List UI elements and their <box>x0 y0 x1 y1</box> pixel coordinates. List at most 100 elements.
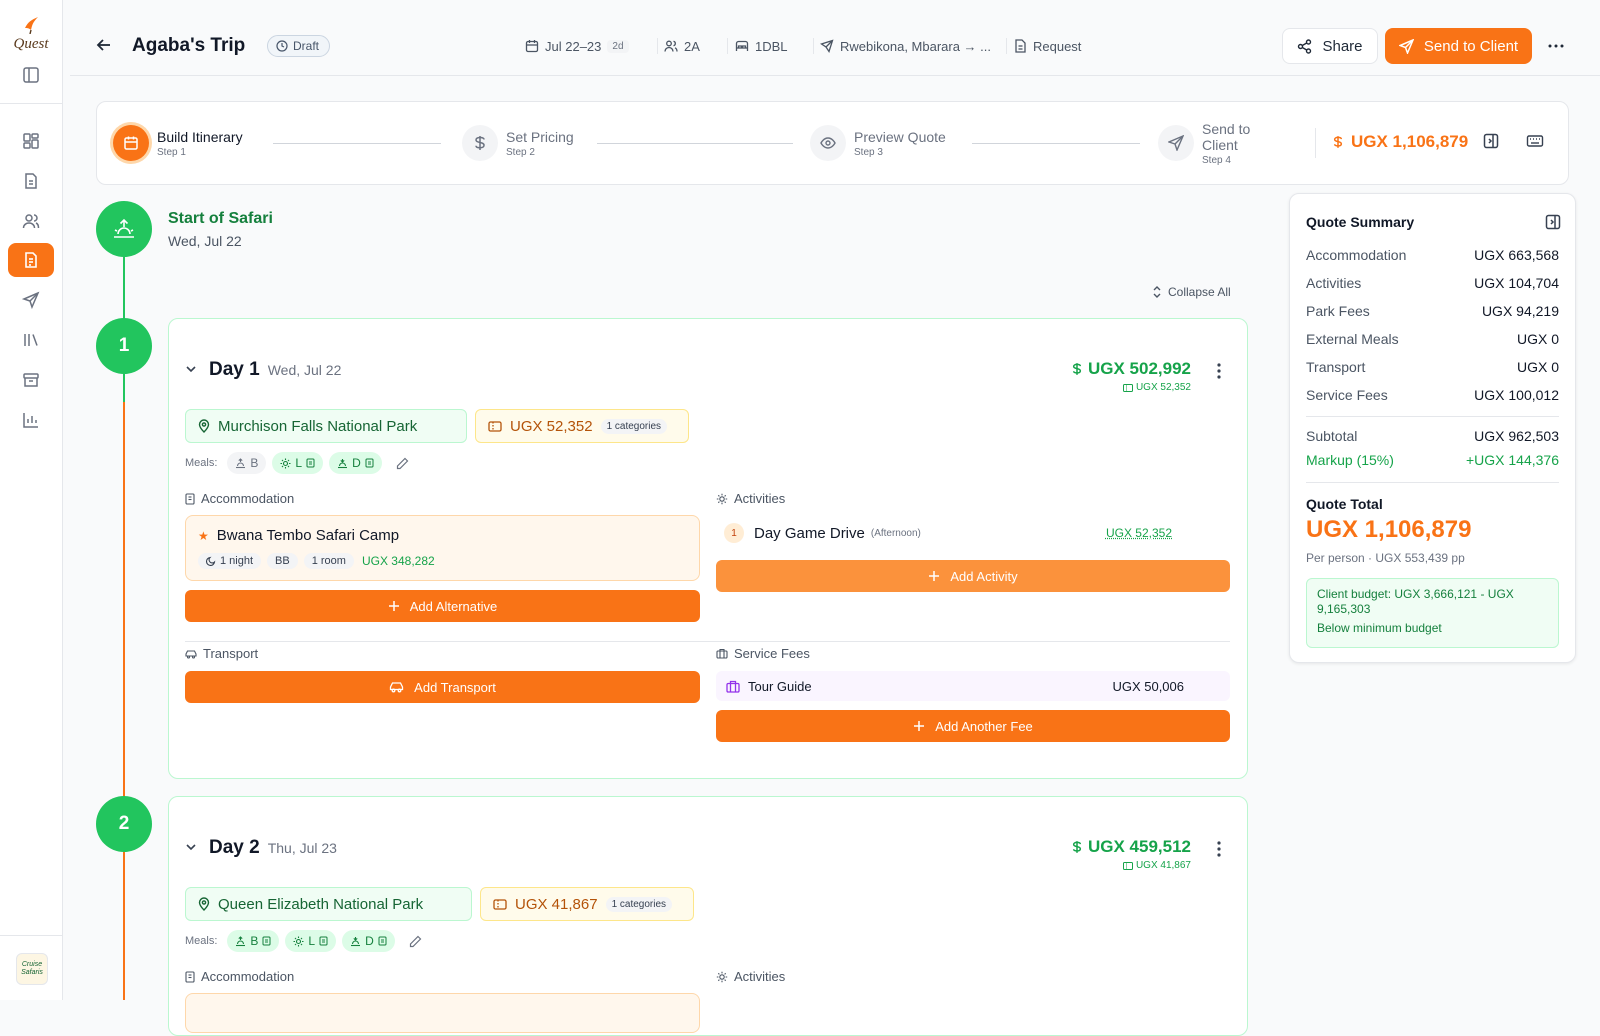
trip-rooms[interactable]: 1DBL <box>735 36 788 56</box>
sunset-icon <box>351 936 361 946</box>
park-location-chip[interactable]: Murchison Falls National Park <box>185 409 467 443</box>
step-set-pricing[interactable]: Set Pricing Step 2 <box>462 102 574 184</box>
activity-price[interactable]: UGX 52,352 <box>1106 526 1172 540</box>
add-transport-button[interactable]: Add Transport <box>185 671 700 703</box>
day-1-total: UGX 502,992 UGX 52,352 <box>1072 359 1191 393</box>
more-options-button[interactable] <box>1544 34 1568 58</box>
service-fee-price: UGX 50,006 <box>1112 678 1184 694</box>
trip-dates[interactable]: Jul 22–23 2d <box>525 36 629 56</box>
meal-dinner-chip[interactable]: D <box>329 452 382 474</box>
collapse-all-label: Collapse All <box>1168 285 1231 299</box>
meals-row: Meals: B L D <box>185 452 409 474</box>
meal-lunch-chip[interactable]: L <box>272 452 324 474</box>
nav-quotes[interactable] <box>8 243 54 277</box>
dashboard-icon <box>23 133 39 149</box>
meta-separator <box>813 38 814 54</box>
summary-row-park-fees: Park Fees UGX 94,219 <box>1306 303 1559 319</box>
accommodation-card[interactable] <box>185 993 700 1033</box>
meal-dinner-chip[interactable]: D <box>342 930 395 952</box>
day-total-value: UGX 459,512 <box>1087 837 1191 856</box>
categories-chip: 1 categories <box>605 896 673 912</box>
row-value: UGX 962,503 <box>1474 428 1559 444</box>
board-chip: BB <box>267 553 298 569</box>
add-transport-label: Add Transport <box>414 679 496 695</box>
nav-library[interactable] <box>8 323 54 357</box>
sidebar-toggle-icon[interactable] <box>22 66 40 84</box>
service-fees-label: Service Fees <box>734 646 810 661</box>
chevron-down-icon[interactable] <box>185 363 197 375</box>
quote-total-label: Quote Total <box>1306 496 1383 512</box>
step-send-to-client[interactable]: Send to Client Step 4 <box>1158 102 1262 184</box>
nav-requests[interactable] <box>8 164 54 198</box>
day-2-header[interactable]: Day 2 Thu, Jul 23 <box>185 837 337 859</box>
nav-sent[interactable] <box>8 283 54 317</box>
client-budget-text: Client budget: UGX 3,666,121 - UGX 9,165… <box>1317 587 1514 616</box>
step-build-itinerary[interactable]: Build Itinerary Step 1 <box>113 102 243 184</box>
step-preview-quote[interactable]: Preview Quote Step 3 <box>810 102 946 184</box>
row-value: UGX 0 <box>1516 331 1559 347</box>
park-location-chip[interactable]: Queen Elizabeth National Park <box>185 887 472 921</box>
per-person-text: Per person · UGX 553,439 pp <box>1306 551 1465 565</box>
edit-pencil-icon[interactable] <box>396 457 409 470</box>
plus-icon <box>388 601 399 611</box>
send-to-client-button[interactable]: Send to Client <box>1385 28 1532 64</box>
meal-code: L <box>295 456 303 470</box>
stepper-total-value: UGX 1,106,879 <box>1351 132 1469 151</box>
map-pin-icon <box>198 419 210 433</box>
activity-row[interactable]: 1 Day Game Drive (Afternoon) UGX 52,352 <box>716 519 1230 547</box>
quest-logo[interactable]: Quest <box>10 14 52 54</box>
chevron-down-icon[interactable] <box>185 841 197 853</box>
share-button[interactable]: Share <box>1282 28 1378 64</box>
collapse-all-button[interactable]: Collapse All <box>1152 285 1231 299</box>
panel-toggle-icon[interactable] <box>1483 133 1499 149</box>
row-value: UGX 104,704 <box>1474 275 1559 291</box>
row-label: External Meals <box>1306 331 1399 347</box>
send-label: Send to Client <box>1423 37 1519 55</box>
park-name: Murchison Falls National Park <box>218 417 418 435</box>
meal-breakfast-chip[interactable]: B <box>227 930 280 952</box>
keyboard-icon[interactable] <box>1526 133 1544 149</box>
accommodation-card[interactable]: ★ Bwana Tembo Safari Camp 1 night BB 1 r… <box>185 515 700 581</box>
trip-request[interactable]: Request <box>1014 36 1081 56</box>
archive-icon <box>23 373 39 387</box>
meal-breakfast-chip[interactable]: B <box>227 452 267 474</box>
nav-dashboard[interactable] <box>8 124 54 158</box>
nav-archive[interactable] <box>8 363 54 397</box>
step-sub: Step 2 <box>506 146 535 158</box>
meal-code: D <box>365 934 374 948</box>
plane-icon <box>820 39 834 53</box>
trip-route[interactable]: Rwebikona, Mbarara → ... <box>820 36 991 56</box>
status-badge[interactable]: Draft <box>267 35 331 57</box>
rooms-chip: 1 room <box>303 553 354 569</box>
add-activity-button[interactable]: Add Activity <box>716 560 1230 592</box>
park-fee-chip[interactable]: UGX 41,867 1 categories <box>480 887 694 921</box>
summary-row-markup[interactable]: Markup (15%) +UGX 144,376 <box>1306 452 1559 468</box>
more-vertical-icon[interactable] <box>1217 841 1221 857</box>
park-fee-chip[interactable]: UGX 52,352 1 categories <box>475 409 689 443</box>
share-label: Share <box>1322 37 1363 55</box>
send-icon <box>1168 135 1184 151</box>
meal-code: D <box>352 456 361 470</box>
more-vertical-icon[interactable] <box>1217 363 1221 379</box>
edit-pencil-icon[interactable] <box>409 935 422 948</box>
trip-travelers[interactable]: 2A <box>664 36 700 56</box>
nav-reports[interactable] <box>8 403 54 437</box>
day-1-header[interactable]: Day 1 Wed, Jul 22 <box>185 359 341 381</box>
back-arrow-icon[interactable] <box>96 37 112 53</box>
service-fee-name: Tour Guide <box>748 678 812 694</box>
activity-time: (Afternoon) <box>870 527 921 539</box>
nav-clients[interactable] <box>8 204 54 238</box>
day-park-fee-total: UGX 52,352 <box>1135 382 1191 393</box>
meal-lunch-chip[interactable]: L <box>285 930 337 952</box>
organization-logo[interactable]: Cruise Safaris <box>16 953 48 985</box>
plus-icon <box>929 571 940 581</box>
day-1-marker: 1 <box>96 318 152 374</box>
dollar-icon <box>1072 841 1082 853</box>
add-alternative-button[interactable]: Add Alternative <box>185 590 700 622</box>
step-circle <box>1158 125 1194 161</box>
hotel-icon <box>378 936 387 946</box>
service-fee-row[interactable]: Tour Guide UGX 50,006 <box>716 671 1230 701</box>
add-another-fee-button[interactable]: Add Another Fee <box>716 710 1230 742</box>
panel-collapse-icon[interactable] <box>1545 214 1561 230</box>
day-2-marker: 2 <box>96 796 152 852</box>
